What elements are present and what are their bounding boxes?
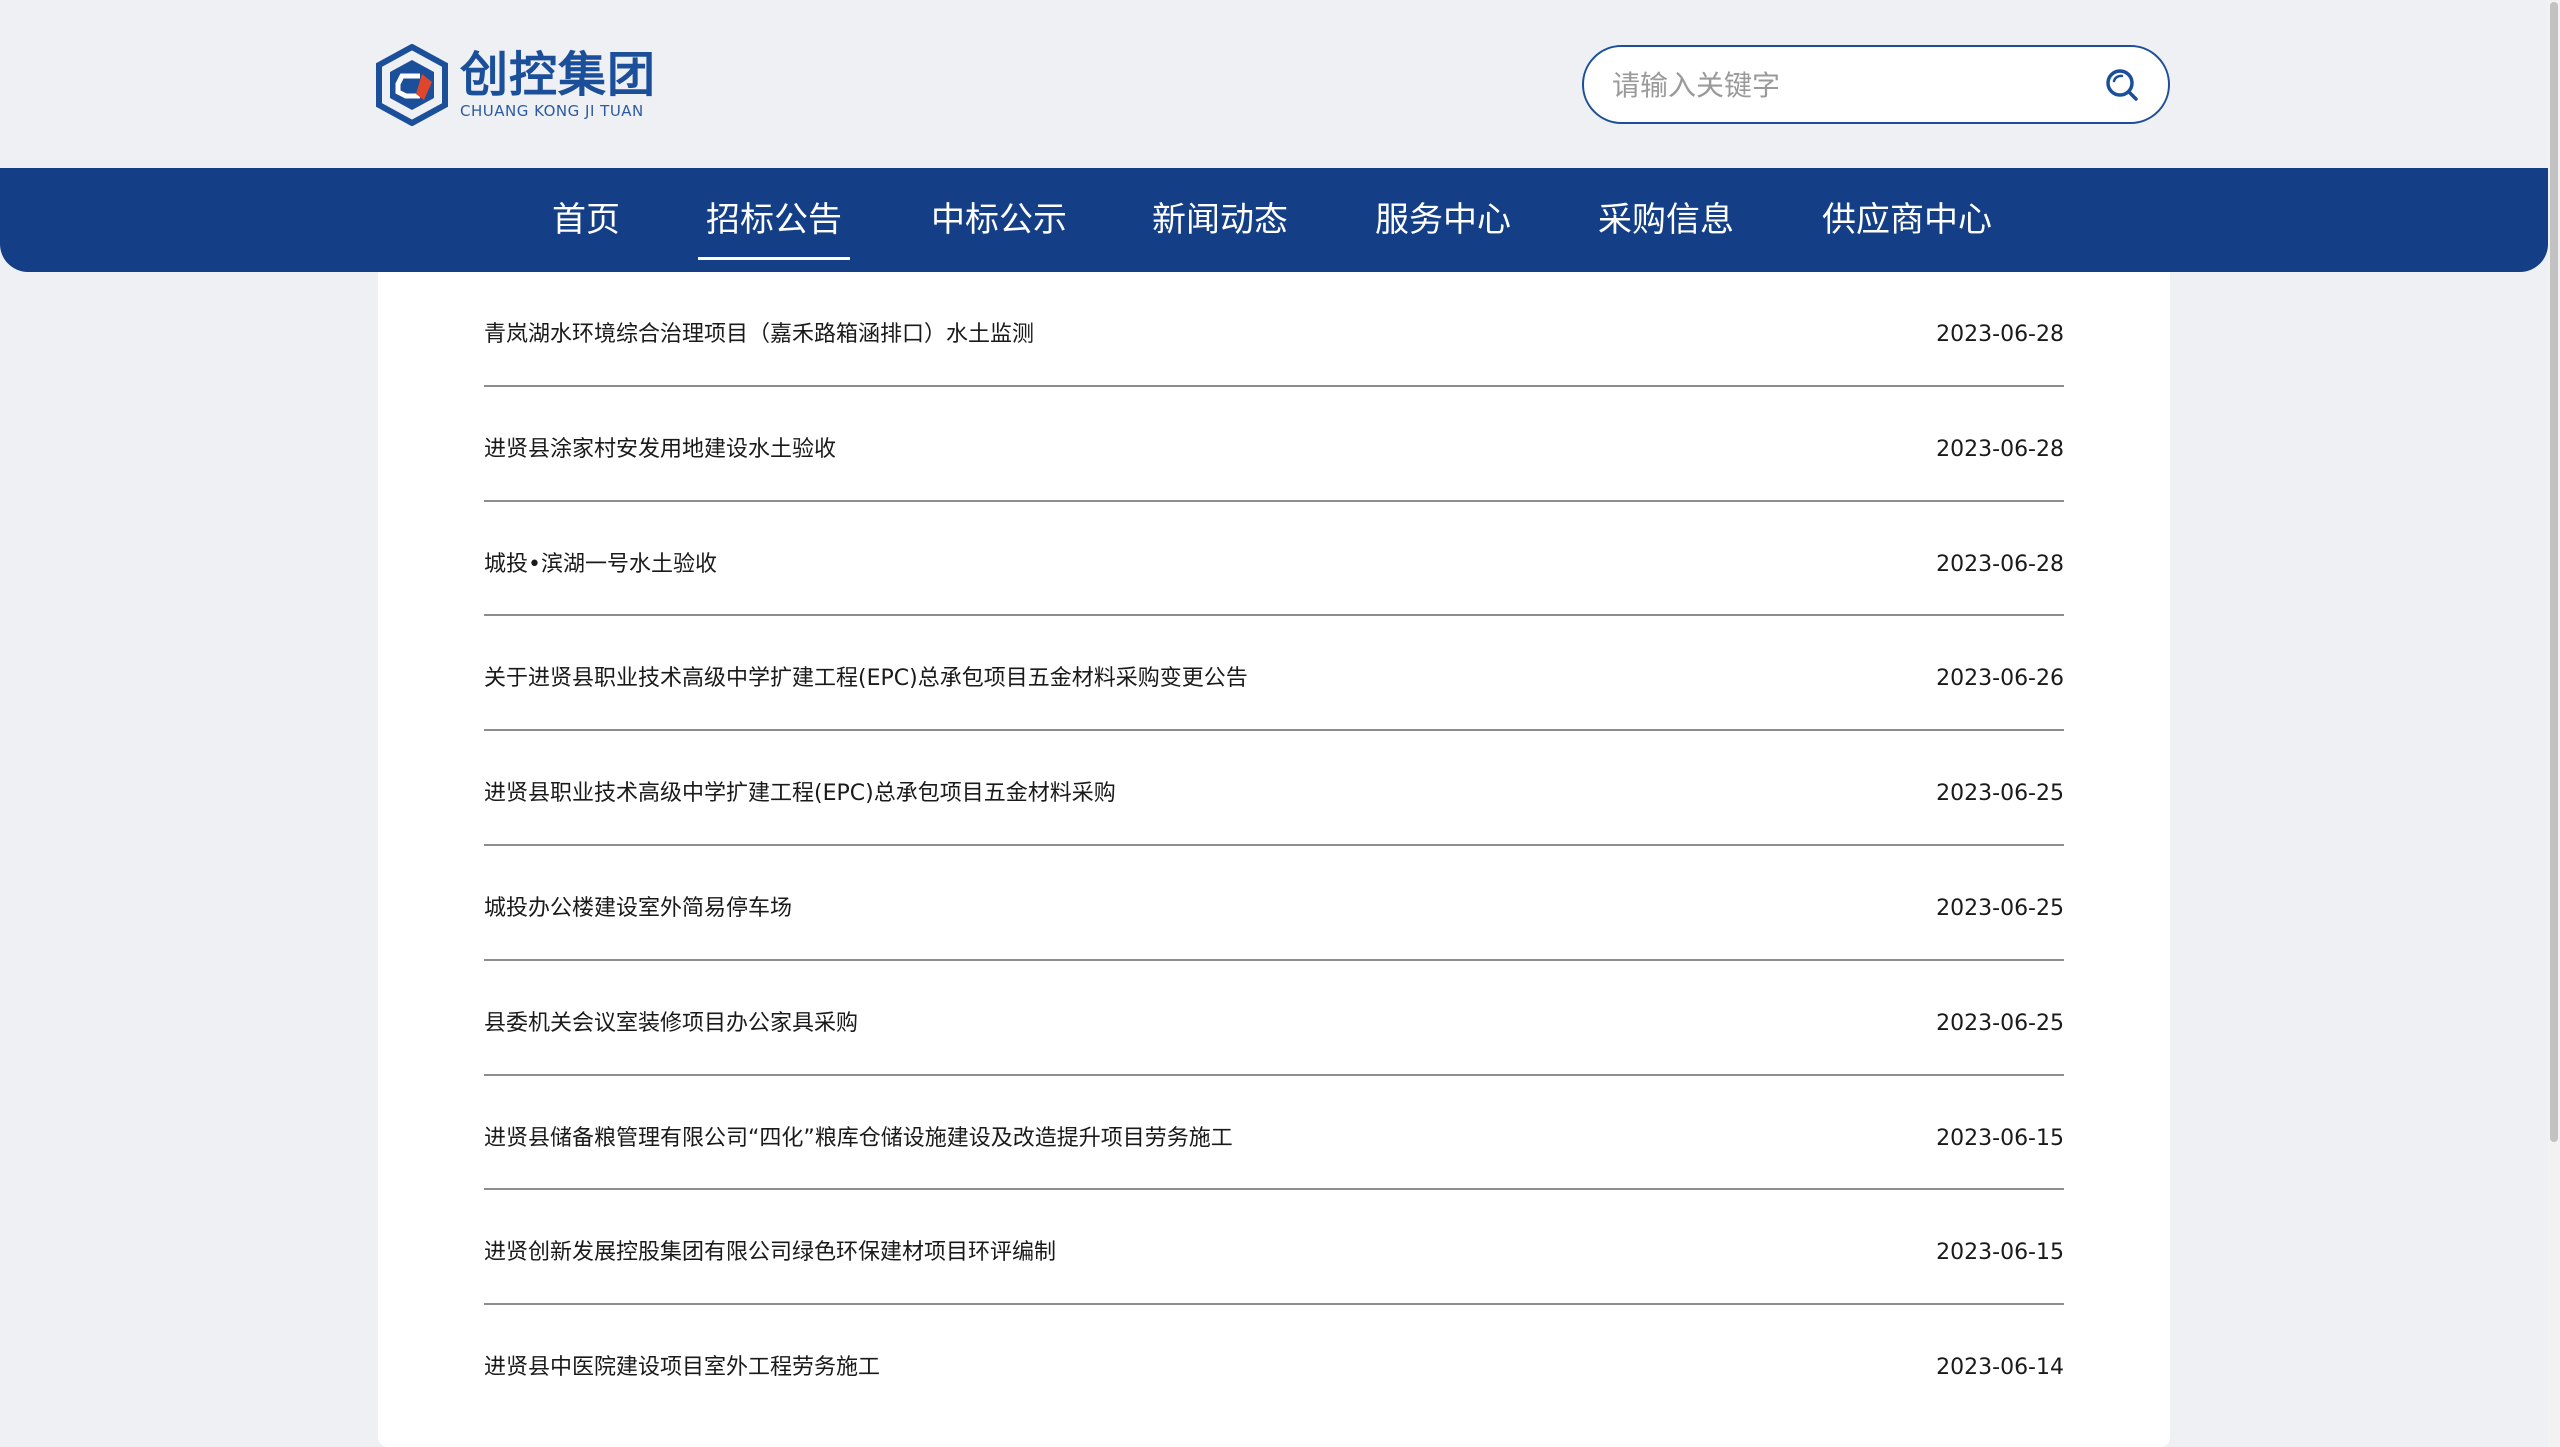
notice-row[interactable]: 城投办公楼建设室外简易停车场 2023-06-25 (484, 846, 2064, 961)
notice-row[interactable]: 进贤县职业技术高级中学扩建工程(EPC)总承包项目五金材料采购 2023-06-… (484, 731, 2064, 846)
nav-item-service-center[interactable]: 服务中心 (1375, 168, 1511, 272)
notice-date: 2023-06-15 (1936, 1240, 2064, 1266)
search-box (1582, 45, 2170, 124)
notice-title[interactable]: 城投•滨湖一号水土验收 (484, 552, 717, 578)
search-input[interactable] (1610, 57, 2080, 113)
notice-row[interactable]: 青岚湖水环境综合治理项目（嘉禾路箱涵排口）水土监测 2023-06-28 (484, 272, 2064, 387)
search-icon[interactable] (2102, 65, 2142, 105)
notice-title[interactable]: 青岚湖水环境综合治理项目（嘉禾路箱涵排口）水土监测 (484, 322, 1034, 348)
notice-date: 2023-06-28 (1936, 551, 2064, 577)
notice-row[interactable]: 进贤县涂家村安发用地建设水土验收 2023-06-28 (484, 387, 2064, 502)
site-logo[interactable]: 创控集团 CHUANG KONG JI TUAN (376, 42, 656, 128)
notice-title[interactable]: 进贤县涂家村安发用地建设水土验收 (484, 437, 836, 463)
notice-row[interactable]: 关于进贤县职业技术高级中学扩建工程(EPC)总承包项目五金材料采购变更公告 20… (484, 616, 2064, 732)
notice-title[interactable]: 进贤创新发展控股集团有限公司绿色环保建材项目环评编制 (484, 1240, 1056, 1266)
scrollbar-thumb[interactable] (2550, 2, 2558, 1142)
notice-row[interactable]: 城投•滨湖一号水土验收 2023-06-28 (484, 502, 2064, 617)
notice-row[interactable]: 进贤创新发展控股集团有限公司绿色环保建材项目环评编制 2023-06-15 (484, 1190, 2064, 1306)
notice-date: 2023-06-28 (1936, 436, 2064, 462)
notice-title[interactable]: 进贤县储备粮管理有限公司“四化”粮库仓储设施建设及改造提升项目劳务施工 (484, 1126, 1233, 1152)
main-nav: 首页 招标公告 中标公示 新闻动态 服务中心 采购信息 供应商中心 (0, 168, 2548, 272)
nav-item-news[interactable]: 新闻动态 (1152, 168, 1288, 272)
page-scrollbar[interactable] (2548, 0, 2560, 1447)
nav-item-award-notice[interactable]: 中标公示 (931, 168, 1067, 272)
logo-title: 创控集团 (460, 47, 657, 103)
nav-item-tender-notice[interactable]: 招标公告 (698, 168, 850, 272)
notice-title[interactable]: 进贤县中医院建设项目室外工程劳务施工 (484, 1355, 880, 1381)
notice-panel: 青岚湖水环境综合治理项目（嘉禾路箱涵排口）水土监测 2023-06-28 进贤县… (378, 272, 2170, 1447)
nav-item-procurement[interactable]: 采购信息 (1598, 168, 1734, 272)
logo-subtitle: CHUANG KONG JI TUAN (460, 102, 644, 120)
notice-date: 2023-06-26 (1936, 666, 2064, 692)
nav-item-supplier-center[interactable]: 供应商中心 (1822, 168, 1992, 272)
notice-row[interactable]: 县委机关会议室装修项目办公家具采购 2023-06-25 (484, 961, 2064, 1076)
notice-date: 2023-06-25 (1936, 895, 2064, 921)
notice-row[interactable]: 进贤县储备粮管理有限公司“四化”粮库仓储设施建设及改造提升项目劳务施工 2023… (484, 1076, 2064, 1191)
notice-title[interactable]: 县委机关会议室装修项目办公家具采购 (484, 1011, 858, 1037)
notice-title[interactable]: 关于进贤县职业技术高级中学扩建工程(EPC)总承包项目五金材料采购变更公告 (484, 666, 1248, 692)
notice-row[interactable]: 进贤县中医院建设项目室外工程劳务施工 2023-06-14 (484, 1305, 2064, 1420)
logo-cube-icon (376, 44, 448, 126)
notice-title[interactable]: 进贤县职业技术高级中学扩建工程(EPC)总承包项目五金材料采购 (484, 781, 1116, 807)
notice-date: 2023-06-15 (1936, 1125, 2064, 1151)
notice-date: 2023-06-28 (1936, 322, 2064, 347)
nav-item-home[interactable]: 首页 (552, 168, 620, 272)
notice-date: 2023-06-14 (1936, 1355, 2064, 1381)
notice-date: 2023-06-25 (1936, 781, 2064, 807)
notice-title[interactable]: 城投办公楼建设室外简易停车场 (484, 896, 792, 922)
site-header: 创控集团 CHUANG KONG JI TUAN (0, 0, 2548, 168)
notice-list: 青岚湖水环境综合治理项目（嘉禾路箱涵排口）水土监测 2023-06-28 进贤县… (484, 272, 2064, 1420)
notice-date: 2023-06-25 (1936, 1010, 2064, 1036)
